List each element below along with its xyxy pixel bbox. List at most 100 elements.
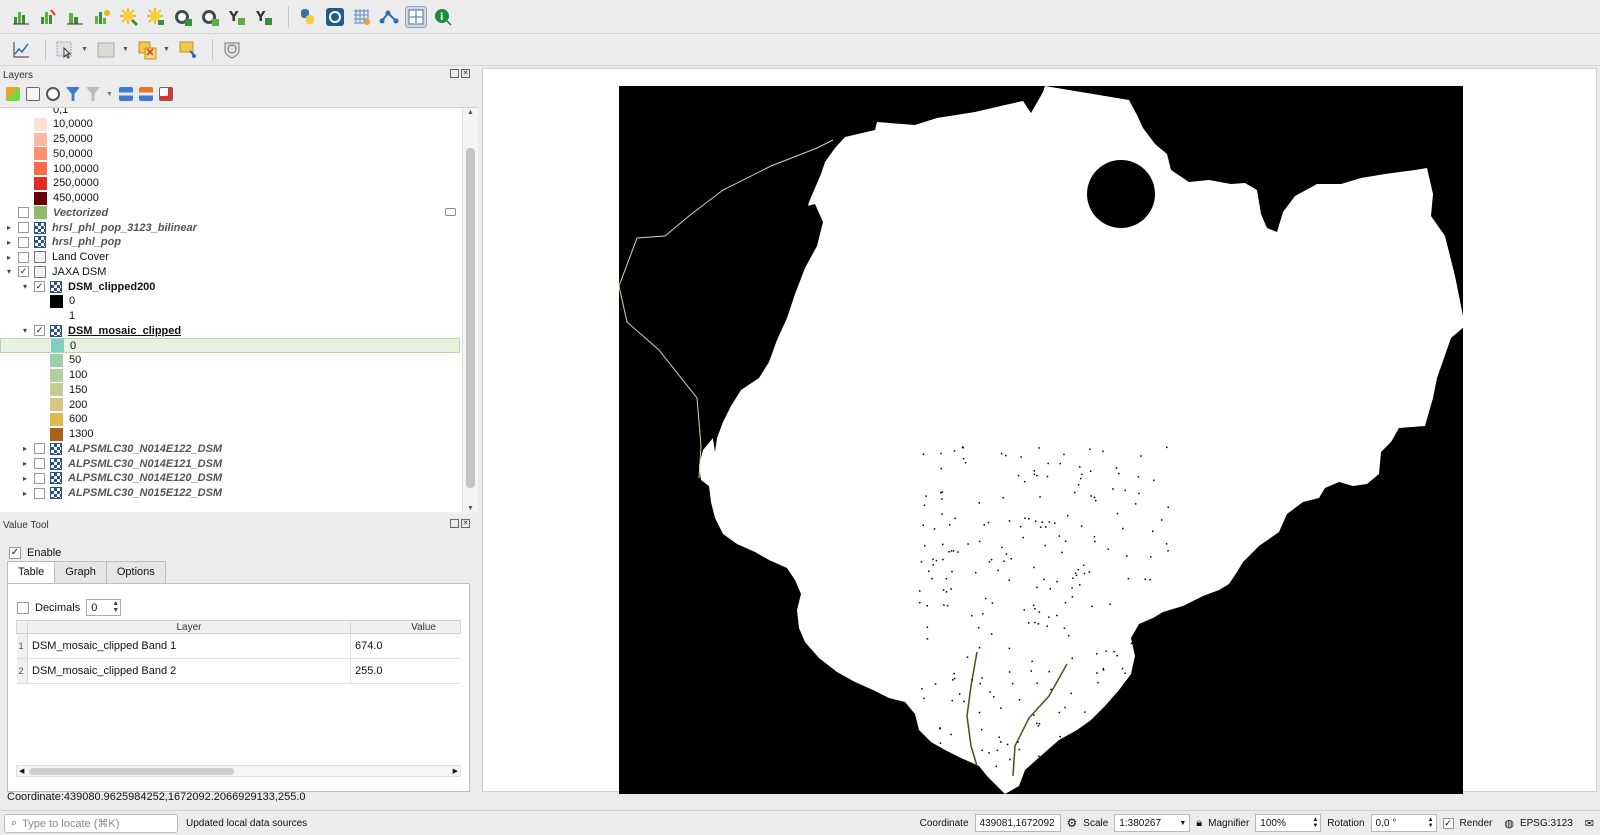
- column-header-layer[interactable]: Layer: [27, 620, 351, 634]
- visibility-checkbox[interactable]: [34, 487, 45, 499]
- expand-all-icon[interactable]: [118, 87, 133, 101]
- chevron-down-icon[interactable]: ▾: [4, 267, 14, 276]
- scale-combobox[interactable]: 1:380267 ▼: [1114, 814, 1191, 832]
- histogram-icon[interactable]: [10, 6, 32, 28]
- legend-item[interactable]: 450,0000: [0, 191, 460, 206]
- crs-globe-icon[interactable]: ◍: [1504, 817, 1514, 830]
- plugin-icon[interactable]: [199, 6, 221, 28]
- deselect-icon[interactable]: [136, 39, 158, 61]
- chevron-down-icon[interactable]: ▼: [81, 46, 89, 53]
- sun-icon[interactable]: [145, 6, 167, 28]
- close-icon[interactable]: ✕: [461, 69, 470, 78]
- legend-item[interactable]: 0: [0, 338, 460, 353]
- visibility-checkbox[interactable]: ✓: [18, 266, 29, 278]
- filter-legend-icon[interactable]: [445, 208, 456, 216]
- checkbox[interactable]: ✓: [9, 547, 21, 559]
- chevron-right-icon[interactable]: ▸: [4, 223, 14, 232]
- legend-item[interactable]: 600: [0, 412, 460, 427]
- visibility-checkbox[interactable]: [18, 222, 29, 233]
- network-icon[interactable]: [378, 6, 400, 28]
- legend-item[interactable]: 100,0000: [0, 161, 460, 176]
- table-horizontal-scrollbar[interactable]: ◀ ▶: [16, 765, 461, 777]
- layer-item[interactable]: ▸ ALPSMLC30_N015E122_DSM: [0, 486, 460, 501]
- layer-tree-scrollbar[interactable]: ▲ ▼: [462, 108, 478, 512]
- legend-item[interactable]: 50,0000: [0, 146, 460, 161]
- column-header-value[interactable]: Value: [350, 620, 461, 634]
- filter-expression-icon[interactable]: [86, 87, 100, 101]
- table-row[interactable]: 2 DSM_mosaic_clipped Band 2 255.0: [16, 658, 461, 684]
- magnifier-spinbox[interactable]: 100% ▲ ▼: [1255, 814, 1322, 832]
- legend-item[interactable]: 150: [0, 382, 460, 397]
- decimals-checkbox[interactable]: [17, 601, 29, 614]
- annotation-icon[interactable]: [177, 39, 199, 61]
- chevron-down-icon[interactable]: ▼: [1179, 820, 1186, 827]
- spin-arrows-icon[interactable]: ▲ ▼: [112, 600, 119, 614]
- legend-item[interactable]: 1300: [0, 427, 460, 442]
- layer-item[interactable]: ▸ hrsl_phl_pop: [0, 235, 460, 250]
- select-area-icon[interactable]: [95, 39, 117, 61]
- chevron-right-icon[interactable]: ▸: [4, 238, 14, 247]
- visibility-checkbox[interactable]: [34, 443, 45, 455]
- globe-icon[interactable]: [221, 39, 243, 61]
- legend-item[interactable]: 100: [0, 368, 460, 383]
- chevron-right-icon[interactable]: ▸: [20, 489, 30, 498]
- vector-select-icon[interactable]: Y: [253, 6, 275, 28]
- chevron-down-icon[interactable]: ▾: [20, 282, 30, 291]
- legend-item[interactable]: 200: [0, 397, 460, 412]
- sun-icon[interactable]: [118, 6, 140, 28]
- toggle-extents-icon[interactable]: ⚙: [1067, 816, 1078, 830]
- raster-map[interactable]: [619, 86, 1463, 794]
- info-icon[interactable]: i: [432, 6, 454, 28]
- messages-icon[interactable]: ✉: [1585, 817, 1594, 830]
- layer-item[interactable]: ▸ Land Cover: [0, 250, 460, 265]
- render-checkbox[interactable]: ✓: [1442, 817, 1454, 829]
- filter-icon[interactable]: [66, 87, 80, 101]
- collapse-all-icon[interactable]: [138, 87, 153, 101]
- add-group-icon[interactable]: [26, 87, 40, 101]
- select-feature-icon[interactable]: [54, 39, 76, 61]
- visibility-checkbox[interactable]: [34, 472, 45, 484]
- spin-arrows-icon[interactable]: ▲ ▼: [1428, 817, 1434, 829]
- tab-table[interactable]: Table: [7, 561, 56, 583]
- layer-item[interactable]: ▾ ✓ DSM_clipped200: [0, 279, 460, 294]
- legend-item[interactable]: 25,0000: [0, 132, 460, 147]
- legend-item[interactable]: 10,0000: [0, 117, 460, 132]
- visibility-checkbox[interactable]: [18, 236, 29, 248]
- layer-item[interactable]: ▸ ALPSMLC30_N014E120_DSM: [0, 471, 460, 486]
- visibility-checkbox[interactable]: [18, 251, 29, 263]
- grid-icon[interactable]: [351, 6, 373, 28]
- spin-arrows-icon[interactable]: ▲ ▼: [1312, 817, 1318, 829]
- chevron-right-icon[interactable]: ▸: [4, 253, 14, 262]
- plugin-icon[interactable]: [172, 6, 194, 28]
- eye-icon[interactable]: [46, 87, 60, 101]
- visibility-checkbox[interactable]: [34, 458, 45, 469]
- visibility-checkbox[interactable]: ✓: [34, 325, 45, 337]
- chevron-down-icon[interactable]: ▼: [163, 46, 171, 53]
- chevron-down-icon[interactable]: ▾: [20, 326, 30, 335]
- chevron-down-icon[interactable]: ▼: [106, 91, 113, 98]
- remove-layer-icon[interactable]: [158, 87, 173, 101]
- histogram-icon[interactable]: [64, 6, 86, 28]
- lock-icon[interactable]: 🔒︎: [1196, 817, 1202, 830]
- tab-options[interactable]: Options: [105, 561, 166, 583]
- identify-panel-icon[interactable]: [405, 5, 427, 28]
- tab-graph[interactable]: Graph: [54, 561, 107, 583]
- legend-item[interactable]: 250,0000: [0, 176, 460, 191]
- style-brush-icon[interactable]: [6, 87, 20, 101]
- histogram-icon[interactable]: [37, 6, 59, 28]
- locator-search[interactable]: ⌕ Type to locate (⌘K): [4, 813, 178, 833]
- crs-label[interactable]: EPSG:3123: [1520, 818, 1573, 829]
- float-icon[interactable]: [450, 519, 459, 528]
- enable-checkbox[interactable]: ✓ Enable: [9, 547, 61, 559]
- table-row[interactable]: 1 DSM_mosaic_clipped Band 1 674.0: [16, 633, 461, 659]
- refresh-icon[interactable]: [324, 6, 346, 28]
- legend-item[interactable]: 0: [0, 294, 460, 309]
- layer-item[interactable]: ▸ hrsl_phl_pop_3123_bilinear: [0, 220, 460, 235]
- visibility-checkbox[interactable]: ✓: [34, 281, 45, 292]
- layer-item[interactable]: ▾ ✓ DSM_mosaic_clipped: [0, 323, 460, 338]
- close-icon[interactable]: ✕: [461, 519, 470, 528]
- layer-item[interactable]: ▸ ALPSMLC30_N014E122_DSM: [0, 441, 460, 456]
- layer-item[interactable]: ▾ ✓ JAXA DSM: [0, 264, 460, 279]
- chevron-right-icon[interactable]: ▸: [20, 459, 30, 468]
- histogram-icon[interactable]: [91, 6, 113, 28]
